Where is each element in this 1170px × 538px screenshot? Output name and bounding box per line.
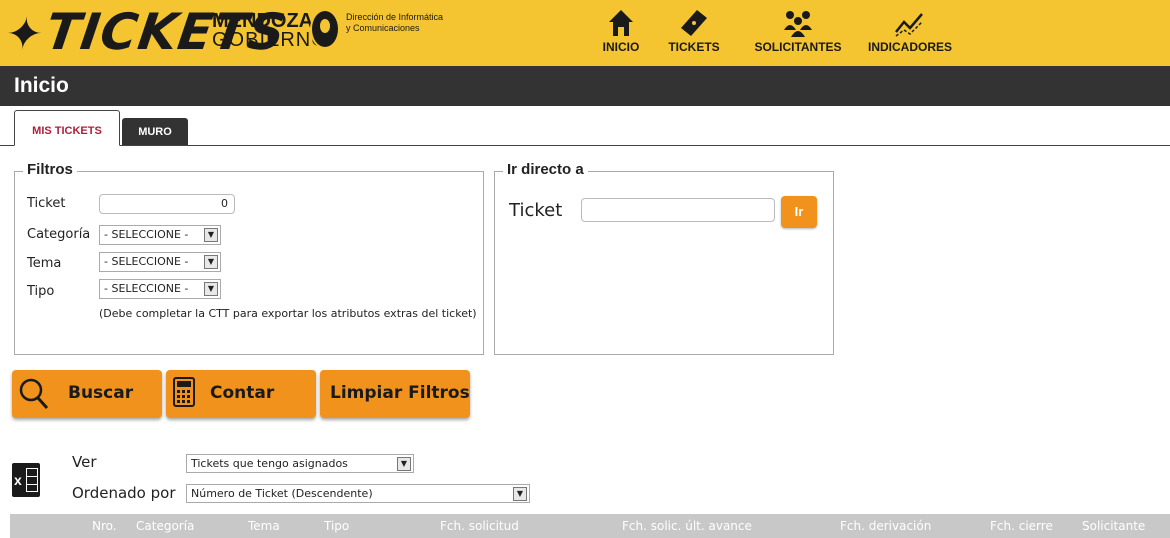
col-fch-ult-avance[interactable]: Fch. solic. últ. avance	[622, 519, 752, 533]
line-chart-icon	[895, 13, 923, 37]
search-button[interactable]: Buscar	[12, 370, 162, 418]
go-to-panel: Ir directo a Ticket Ir	[494, 161, 834, 355]
users-icon	[784, 11, 812, 37]
tab-muro[interactable]: MURO	[122, 118, 188, 145]
nav-tickets-label: TICKETS	[668, 40, 720, 54]
orden-value: Número de Ticket (Descendente)	[191, 487, 373, 500]
tipo-select[interactable]: - SELECCIONE - ▼	[99, 279, 221, 299]
ticket-icon	[681, 10, 707, 36]
excel-export-icon[interactable]: x	[12, 463, 40, 497]
go-button[interactable]: Ir	[781, 196, 817, 228]
col-tema[interactable]: Tema	[248, 519, 280, 533]
orden-select[interactable]: Número de Ticket (Descendente) ▼	[186, 484, 530, 503]
col-nro[interactable]: Nro.	[92, 519, 117, 533]
chevron-down-icon: ▼	[513, 487, 527, 501]
dir-line-1: Dirección de Informática	[346, 12, 444, 22]
nav-inicio-label: INICIO	[602, 40, 640, 54]
col-tipo[interactable]: Tipo	[324, 519, 349, 533]
col-categoria[interactable]: Categoría	[136, 519, 194, 533]
tema-select[interactable]: - SELECCIONE - ▼	[99, 252, 221, 272]
nav-indicadores[interactable]: INDICADORES	[860, 8, 960, 54]
nav-solicitantes-label: SOLICITANTES	[754, 40, 842, 54]
filters-legend: Filtros	[23, 161, 77, 178]
chevron-down-icon: ▼	[204, 282, 218, 296]
home-icon	[609, 10, 633, 36]
ver-label: Ver	[72, 453, 97, 471]
col-fch-derivacion[interactable]: Fch. derivación	[840, 519, 931, 533]
nav-tickets[interactable]: TICKETS	[664, 8, 724, 54]
chevron-down-icon: ▼	[204, 255, 218, 269]
tab-mis-tickets[interactable]: MIS TICKETS	[14, 110, 120, 146]
search-button-label: Buscar	[68, 383, 134, 403]
chevron-down-icon: ▼	[204, 228, 218, 242]
direction-name: Dirección de Informática y Comunicacione…	[346, 12, 443, 34]
count-button-label: Contar	[210, 383, 275, 403]
go-to-legend: Ir directo a	[503, 161, 588, 178]
page-title-bar: Inicio	[0, 66, 1170, 106]
ver-select[interactable]: Tickets que tengo asignados ▼	[186, 454, 414, 473]
dir-line-2: y Comunicaciones	[346, 23, 420, 33]
tipo-value: - SELECCIONE -	[104, 282, 189, 295]
calculator-icon	[173, 377, 195, 407]
mendoza-seal-icon	[310, 9, 340, 49]
excel-grid-glyph	[26, 468, 38, 492]
col-solicitante[interactable]: Solicitante	[1082, 519, 1145, 533]
nav-inicio[interactable]: INICIO	[596, 8, 646, 54]
col-fch-solicitud[interactable]: Fch. solicitud	[440, 519, 519, 533]
excel-x-glyph: x	[14, 472, 22, 488]
ticket-filter-input[interactable]: 0	[99, 194, 235, 214]
export-note: (Debe completar la CTT para exportar los…	[99, 307, 477, 320]
nav-solicitantes[interactable]: SOLICITANTES	[748, 8, 848, 54]
ticket-filter-label: Ticket	[27, 196, 66, 211]
clear-filters-label: Limpiar Filtros	[330, 383, 470, 403]
search-icon	[19, 378, 49, 410]
categoria-label: Categoría	[27, 227, 91, 242]
go-to-ticket-label: Ticket	[509, 200, 563, 221]
ver-value: Tickets que tengo asignados	[191, 457, 348, 470]
clear-filters-button[interactable]: Limpiar Filtros	[320, 370, 470, 418]
categoria-value: - SELECCIONE -	[104, 228, 189, 241]
count-button[interactable]: Contar	[166, 370, 316, 418]
go-to-ticket-input[interactable]	[581, 198, 775, 222]
categoria-select[interactable]: - SELECCIONE - ▼	[99, 225, 221, 245]
nav-indicadores-label: INDICADORES	[867, 40, 952, 54]
orden-label: Ordenado por	[72, 484, 176, 502]
tipo-label: Tipo	[27, 284, 55, 299]
tab-divider	[0, 145, 1170, 146]
col-fch-cierre[interactable]: Fch. cierre	[990, 519, 1053, 533]
page-title: Inicio	[14, 74, 69, 97]
chevron-down-icon: ▼	[397, 457, 411, 471]
tema-value: - SELECCIONE -	[104, 255, 189, 268]
tema-label: Tema	[27, 256, 62, 271]
top-header: ✦TICKETS MENDOZA GOBIERNO Dirección de I…	[0, 0, 1170, 66]
tickets-table-header: Nro. Categoría Tema Tipo Fch. solicitud …	[10, 514, 1170, 538]
filters-panel: Filtros Ticket 0 Categoría - SELECCIONE …	[14, 161, 484, 355]
logo-star-icon: ✦	[2, 9, 48, 60]
